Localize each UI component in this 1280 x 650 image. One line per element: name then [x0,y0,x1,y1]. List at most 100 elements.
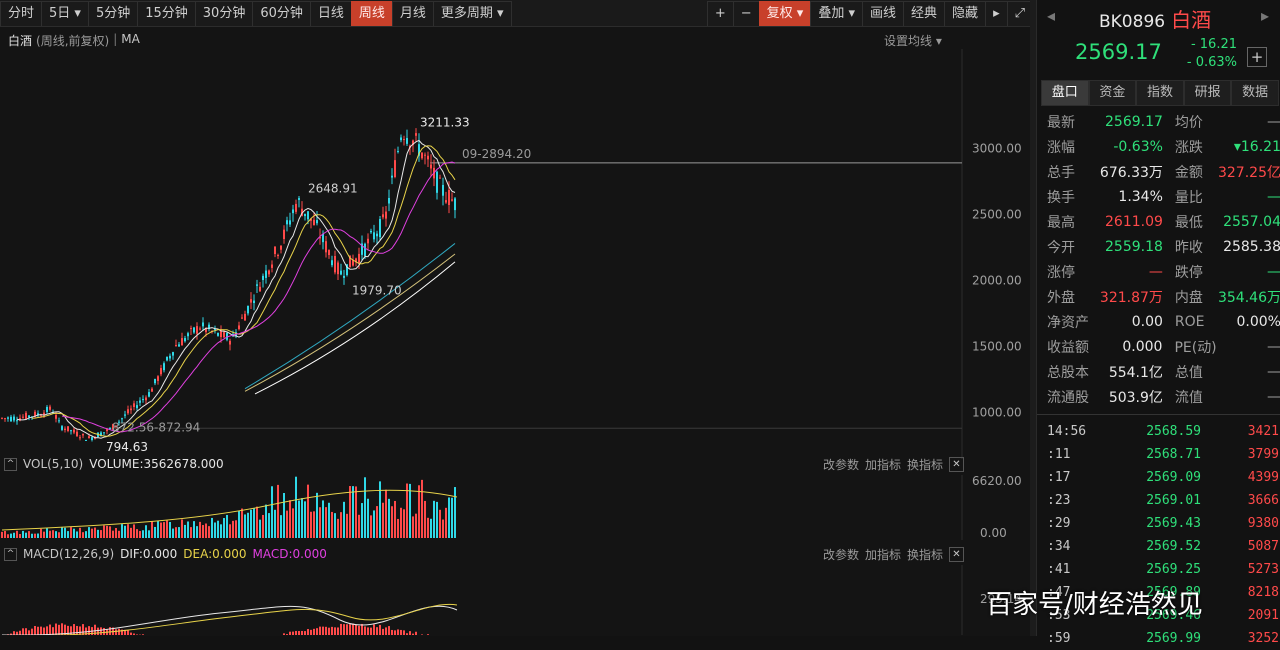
volume-bar [178,527,180,538]
quote-row: 总股本554.1亿总值— [1037,359,1280,384]
period-tab[interactable]: 60分钟 [252,1,311,26]
volume-bar [400,508,402,538]
period-tab[interactable]: 更多周期 ▾ [433,1,512,26]
draw-line-button[interactable]: 画线 [862,1,904,26]
vol-edit-params-button[interactable]: 改参数 [823,456,859,473]
macd-bar [385,627,387,635]
zoom-in-button[interactable]: + [707,1,734,26]
classic-button[interactable]: 经典 [903,1,945,26]
macd-switch-indicator-button[interactable]: 换指标 [907,546,943,563]
tick-time: 14:56 [1037,424,1107,439]
quote-tab[interactable]: 盘口 [1041,80,1089,106]
volume-bar [202,525,204,538]
tick-row: :112568.713799 [1037,443,1280,466]
macd-bar [343,624,345,635]
volume-bar [343,502,345,538]
overlay-dropdown[interactable]: 叠加 ▾ [810,1,863,26]
period-tab[interactable]: 分时 [0,1,42,26]
quote-value: — [1092,264,1169,280]
tick-time: :11 [1037,447,1107,462]
volume-bar [28,531,30,538]
volume-bar [301,498,303,538]
price-annotation: 3211.33 [420,116,470,130]
ma-label[interactable]: MA [121,32,140,49]
add-watchlist-button[interactable]: + [1247,47,1267,67]
period-tab[interactable]: 月线 [392,1,434,26]
macd-edit-params-button[interactable]: 改参数 [823,546,859,563]
tick-row: :292569.439380 [1037,512,1280,535]
candle-body [82,434,84,435]
quote-tab[interactable]: 研报 [1184,80,1232,106]
candle-body [85,440,87,441]
close-icon[interactable]: ✕ [949,547,964,562]
quote-label: 跌停 [1169,262,1216,282]
quote-tabs: 盘口资金指数研报数据 [1041,80,1279,106]
volume-bar [451,498,453,538]
macd-bar [337,627,339,635]
macd-bar [298,631,300,635]
quote-tab[interactable]: 资金 [1089,80,1137,106]
period-tab[interactable]: 15分钟 [137,1,196,26]
vol-add-indicator-button[interactable]: 加指标 [865,456,901,473]
close-icon[interactable]: ✕ [949,457,964,472]
volume-bar [40,529,42,538]
prev-stock-icon[interactable]: ◂ [1047,6,1055,25]
candle-body [385,212,387,219]
tick-row: :342569.525087 [1037,535,1280,558]
quote-label: 金额 [1169,162,1216,182]
macd-bar [37,627,39,635]
collapse-icon[interactable]: ^ [4,458,17,471]
quote-label: 流通股 [1037,387,1092,407]
volume-bar [70,527,72,538]
quote-tab[interactable]: 指数 [1136,80,1184,106]
zoom-out-button[interactable]: − [733,1,760,26]
macd-add-indicator-button[interactable]: 加指标 [865,546,901,563]
macd-bar [55,624,57,635]
candle-body [40,415,42,416]
period-tab[interactable]: 30分钟 [195,1,254,26]
volume-bar [199,522,201,538]
next-stock-icon[interactable]: ▸ [1261,6,1269,25]
volume-bar [94,528,96,538]
volume-bar [427,518,429,538]
adjust-dropdown[interactable]: 复权 ▾ [759,1,812,26]
volume-bar [262,515,264,538]
candle-body [439,178,441,179]
vol-switch-indicator-button[interactable]: 换指标 [907,456,943,473]
volume-bar [223,518,225,538]
volume-bar [118,531,120,538]
volume-bar [136,529,138,538]
period-tab[interactable]: 周线 [351,1,393,26]
candle-body [379,219,381,237]
collapse-icon[interactable]: ^ [4,548,17,561]
volume-bar [229,524,231,538]
kline-chart[interactable]: 3000.002500.002000.001500.001000.003211.… [0,49,1032,459]
chart-subtitle: (周线,前复权) [36,32,109,49]
price-change-pct: - 0.63% [1177,55,1237,70]
period-tab[interactable]: 5日 ▾ [41,1,89,26]
candle-body [328,250,330,255]
candle-body [166,357,168,361]
macd-chart[interactable]: 295.14-180.97 [0,565,1032,635]
period-tab[interactable]: 5分钟 [88,1,138,26]
volume-bar [127,524,129,538]
period-tab[interactable]: 日线 [310,1,352,26]
ma-line [245,254,455,391]
tick-time: :41 [1037,562,1107,577]
candle-body [202,322,204,326]
volume-chart[interactable]: 6620.000.00 [0,475,1032,540]
hide-button[interactable]: 隐藏 [944,1,986,26]
next-icon[interactable]: ▸ [985,1,1008,26]
macd-bar [349,624,351,635]
candle-body [265,271,267,278]
candle-body [445,200,447,202]
volume-bar [268,513,270,538]
volume-bar [196,526,198,538]
macd-bar [352,624,354,635]
volume-bar [310,512,312,538]
ma-settings-button[interactable]: 设置均线 ▾ [884,32,942,49]
volume-bar [304,501,306,538]
quote-tab[interactable]: 数据 [1231,80,1279,106]
candle-body [304,214,306,216]
candle-body [289,220,291,224]
